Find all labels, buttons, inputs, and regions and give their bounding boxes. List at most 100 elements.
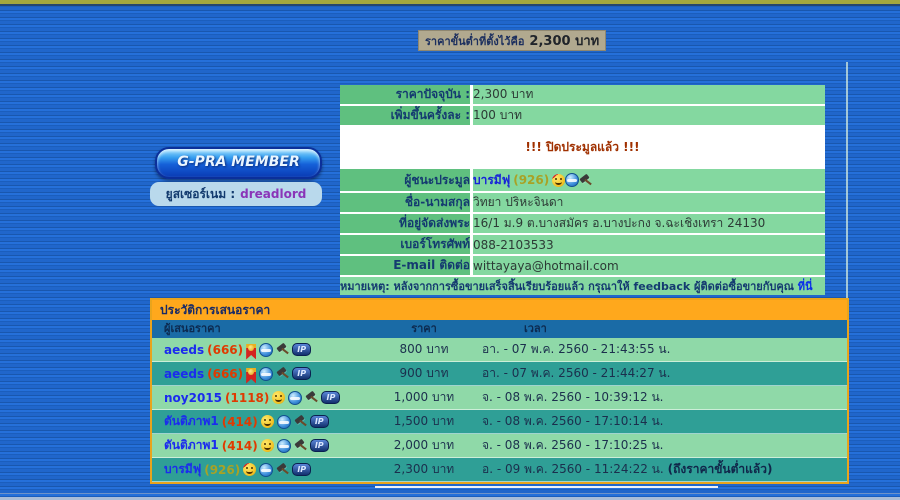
gavel-icon[interactable] [276, 463, 289, 476]
ip-icon[interactable]: IP [310, 415, 329, 428]
winner-row: ผู้ชนะประมูล บารมีฟุ (926) [340, 168, 825, 192]
bidder-link[interactable]: aeeds [164, 367, 204, 381]
medal-icon [246, 344, 256, 360]
ip-icon[interactable]: IP [292, 463, 311, 476]
bid-price: 900 บาท [374, 364, 474, 383]
bidder-link[interactable]: noy2015 [164, 391, 222, 405]
smiley-icon [261, 439, 274, 452]
bid-history-header: ผู้เสนอราคา ราคา เวลา [152, 320, 847, 338]
bidder-cell: บารมีฟุ(926) IP [152, 460, 374, 479]
bid-time: อ. - 09 พ.ค. 2560 - 11:24:22 น.(ถึงราคาข… [474, 460, 847, 479]
username-box: ยูสเซอร์เนม : dreadlord [150, 182, 322, 206]
column-price: ราคา [374, 320, 474, 338]
current-price-label: ราคาปัจจุบัน : [340, 85, 472, 105]
globe-icon[interactable] [277, 439, 291, 453]
bidder-feedback-score: (666) [207, 367, 243, 381]
smiley-santa-icon [243, 463, 256, 476]
winner-icons [552, 173, 592, 188]
email-label: E-mail ติดต่อ [340, 255, 472, 276]
table-row: noy2015(1118) IP 1,000 บาทจ. - 08 พ.ค. 256… [152, 386, 847, 410]
bottom-line [0, 493, 900, 494]
ip-icon[interactable]: IP [310, 439, 329, 452]
globe-icon[interactable] [259, 343, 273, 357]
globe-icon[interactable] [277, 415, 291, 429]
phone-label: เบอร์โทรศัพท์ [340, 234, 472, 255]
feedback-here-link[interactable]: ที่นี่ [798, 280, 813, 293]
gavel-icon[interactable] [305, 391, 318, 404]
minimum-price-value: 2,300 บาท [529, 30, 599, 51]
bidder-feedback-score: (666) [207, 343, 243, 357]
bidder-link[interactable]: ตันติภาพ1 [164, 436, 219, 455]
feedback-note-text: หมายเหตุ: หลังจากการซื้อขายเสร็จสิ้นเรีย… [340, 280, 794, 293]
smiley-icon [261, 415, 274, 428]
email-value: wittayaya@hotmail.com [472, 255, 826, 276]
bidder-cell: aeeds(666) IP [152, 367, 374, 381]
note-row: หมายเหตุ: หลังจากการซื้อขายเสร็จสิ้นเรีย… [340, 276, 825, 295]
address-row: ที่อยู่จัดส่งพระ 16/1 ม.9 ต.บางสมัคร อ.บ… [340, 213, 825, 234]
bidder-cell: noy2015(1118) IP [152, 391, 374, 405]
increment-row: เพิ่มขึ้นครั้งละ : 100 บาท [340, 105, 825, 126]
bidder-cell: ตันติภาพ1(414) IP [152, 412, 374, 431]
bidder-feedback-score: (1118) [225, 391, 269, 405]
address-label: ที่อยู่จัดส่งพระ [340, 213, 472, 234]
smiley-santa-icon [552, 174, 565, 187]
globe-icon[interactable] [288, 391, 302, 405]
bid-history-rows: aeeds(666)IP800 บาทอา. - 07 พ.ค. 2560 - … [152, 338, 847, 482]
phone-row: เบอร์โทรศัพท์ 088-2103533 [340, 234, 825, 255]
minimum-price-notice: ราคาขั้นต่ำที่ตั้งไว้คือ 2,300 บาท [418, 30, 606, 51]
closed-notice-row: !!! ปิดประมูลแล้ว !!! [340, 126, 825, 168]
table-row: บารมีฟุ(926) IP 2,300 บาทอ. - 09 พ.ค. 2560… [152, 458, 847, 482]
bidder-cell: aeeds(666) IP [152, 343, 374, 357]
bid-time: อา. - 07 พ.ค. 2560 - 21:44:27 น. [474, 364, 847, 383]
fullname-label: ชื่อ-นามสกุล [340, 192, 472, 213]
column-time: เวลา [474, 320, 847, 338]
ip-icon[interactable]: IP [292, 367, 311, 380]
gavel-icon[interactable] [294, 439, 307, 452]
bidder-feedback-score: (414) [222, 415, 258, 429]
fullname-row: ชื่อ-นามสกุล วิทยา ปริหะจินดา [340, 192, 825, 213]
bidder-feedback-score: (926) [204, 463, 240, 477]
bid-time: จ. - 08 พ.ค. 2560 - 17:10:25 น. [474, 436, 847, 455]
gavel-icon[interactable] [294, 415, 307, 428]
winner-value: บารมีฟุ (926) [473, 169, 825, 191]
bidder-feedback-score: (414) [222, 439, 258, 453]
gavel-icon[interactable] [276, 367, 289, 380]
table-row: ตันติภาพ1(414) IP 1,500 บาทจ. - 08 พ.ค. 25… [152, 410, 847, 434]
bid-time: อา. - 07 พ.ค. 2560 - 21:43:55 น. [474, 340, 847, 359]
fullname-value: วิทยา ปริหะจินดา [472, 192, 826, 213]
address-value: 16/1 ม.9 ต.บางสมัคร อ.บางปะกง จ.ฉะเชิงเท… [472, 213, 826, 234]
bid-price: 2,000 บาท [374, 436, 474, 455]
bid-time: จ. - 08 พ.ค. 2560 - 17:10:14 น. [474, 412, 847, 431]
phone-value: 088-2103533 [472, 234, 826, 255]
email-row: E-mail ติดต่อ wittayaya@hotmail.com [340, 255, 825, 276]
bid-history-table: ประวัติการเสนอราคา ผู้เสนอราคา ราคา เวลา… [150, 298, 849, 484]
bid-note: (ถึงราคาขั้นต่ำแล้ว) [668, 462, 773, 476]
globe-icon[interactable] [259, 367, 273, 381]
globe-icon[interactable] [565, 173, 579, 187]
ip-icon[interactable]: IP [321, 391, 340, 404]
medal-icon [246, 368, 256, 384]
username-value: dreadlord [240, 187, 306, 201]
winner-name-link[interactable]: บารมีฟุ [473, 171, 510, 190]
gavel-icon[interactable] [579, 174, 592, 187]
horizontal-rule [375, 486, 718, 488]
current-price-value: 2,300 บาท [472, 85, 826, 105]
column-bidder: ผู้เสนอราคา [152, 320, 374, 338]
bid-price: 1,000 บาท [374, 388, 474, 407]
bidder-link[interactable]: บารมีฟุ [164, 460, 201, 479]
auction-page: { "top_notice": { "prefix": "ราคาขั้นต่ำ… [0, 0, 900, 500]
auction-info-table: ราคาปัจจุบัน : 2,300 บาท เพิ่มขึ้นครั้งล… [340, 85, 825, 295]
bid-price: 1,500 บาท [374, 412, 474, 431]
bidder-link[interactable]: ตันติภาพ1 [164, 412, 219, 431]
table-row: aeeds(666) IP 900 บาทอา. - 07 พ.ค. 2560 - … [152, 362, 847, 386]
ip-icon[interactable]: IP [292, 343, 311, 356]
globe-icon[interactable] [259, 463, 273, 477]
bidder-link[interactable]: aeeds [164, 343, 204, 357]
username-label: ยูสเซอร์เนม : [166, 185, 235, 204]
gavel-icon[interactable] [276, 343, 289, 356]
bid-price: 2,300 บาท [374, 460, 474, 479]
bid-time: จ. - 08 พ.ค. 2560 - 10:39:12 น. [474, 388, 847, 407]
increment-label: เพิ่มขึ้นครั้งละ : [340, 105, 472, 126]
gpra-member-button[interactable]: G-PRA MEMBER [155, 147, 322, 179]
bid-history-title: ประวัติการเสนอราคา [152, 300, 847, 320]
